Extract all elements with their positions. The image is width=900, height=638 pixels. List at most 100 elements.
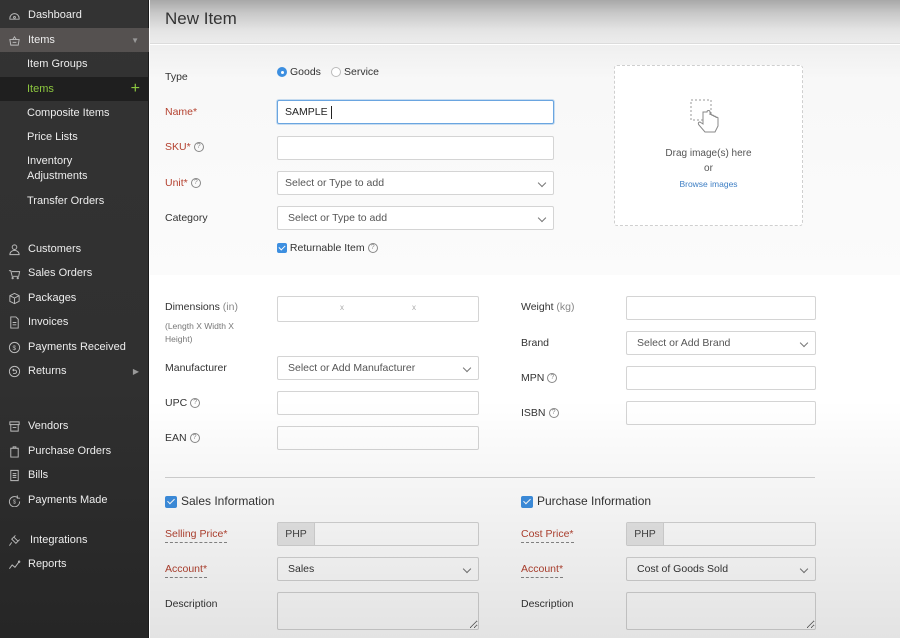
page-title: New Item xyxy=(165,9,237,28)
type-label: Type xyxy=(165,71,188,83)
sidebar-item-items[interactable]: Items ▼ xyxy=(0,28,149,52)
selling-price-label: Selling Price* xyxy=(165,528,228,543)
selling-price-input[interactable]: PHP xyxy=(277,522,479,546)
weight-input[interactable] xyxy=(626,296,816,320)
image-dropzone[interactable]: Drag image(s) here or Browse images xyxy=(614,65,803,226)
sidebar-item-label: Items xyxy=(27,83,54,95)
mpn-label: MPN? xyxy=(521,372,558,384)
sidebar-item-payments-received[interactable]: $ Payments Received xyxy=(0,335,149,359)
weight-label: Weight (kg) xyxy=(521,301,575,313)
svg-text:$: $ xyxy=(13,499,16,505)
text-caret xyxy=(330,105,332,119)
browse-images-link[interactable]: Browse images xyxy=(615,179,802,189)
sidebar-item-label: Returns xyxy=(28,365,67,377)
sidebar-item-inventory-adjustments[interactable]: Inventory Adjustments xyxy=(0,151,149,187)
sidebar-item-customers[interactable]: Customers xyxy=(0,237,149,261)
bag-icon xyxy=(8,445,21,458)
page-header: New Item xyxy=(150,0,900,44)
sidebar-item-label: Composite Items xyxy=(27,107,110,119)
help-icon[interactable]: ? xyxy=(547,373,558,384)
purchase-description-textarea[interactable] xyxy=(626,592,816,630)
manufacturer-select[interactable]: Select or Add Manufacturer xyxy=(277,356,479,380)
sidebar-item-label: Items xyxy=(28,34,55,46)
chevron-right-icon[interactable]: ▶ xyxy=(133,367,139,376)
cost-price-label: Cost Price* xyxy=(521,528,574,543)
sidebar-item-transfer-orders[interactable]: Transfer Orders xyxy=(0,189,149,213)
sidebar-item-vendors[interactable]: Vendors xyxy=(0,414,149,438)
sales-account-select[interactable]: Sales xyxy=(277,557,479,581)
checkbox-checked-icon[interactable] xyxy=(165,495,177,508)
sidebar-item-reports[interactable]: Reports xyxy=(0,552,149,576)
cost-price-input[interactable]: PHP xyxy=(626,522,816,546)
currency-prefix: PHP xyxy=(278,523,315,545)
checkbox-checked-icon[interactable] xyxy=(521,495,533,508)
sidebar-item-item-groups[interactable]: Item Groups xyxy=(0,52,149,76)
sidebar-item-composite-items[interactable]: Composite Items xyxy=(0,101,149,125)
plug-icon xyxy=(8,534,21,547)
sku-input[interactable] xyxy=(277,136,554,160)
receipt-icon xyxy=(8,469,21,482)
sidebar-item-integrations[interactable]: Integrations xyxy=(0,528,149,552)
package-icon xyxy=(8,292,21,305)
checkbox-checked-icon[interactable] xyxy=(277,243,287,254)
sidebar-item-packages[interactable]: Packages xyxy=(0,286,149,310)
dashboard-icon xyxy=(8,9,21,22)
purchase-info-checkbox[interactable]: Purchase Information xyxy=(521,494,651,508)
sales-description-textarea[interactable] xyxy=(277,592,479,630)
sidebar-item-label: Bills xyxy=(28,469,49,481)
sidebar-item-dashboard[interactable]: Dashboard xyxy=(0,3,149,27)
chevron-down-icon xyxy=(462,363,472,373)
purchase-account-select[interactable]: Cost of Goods Sold xyxy=(626,557,816,581)
upc-input[interactable] xyxy=(277,391,479,415)
name-label: Name* xyxy=(165,106,198,118)
help-icon[interactable]: ? xyxy=(189,433,200,444)
help-icon[interactable]: ? xyxy=(548,408,559,419)
sidebar-item-returns[interactable]: Returns ▶ xyxy=(0,359,149,383)
radio-unselected-icon[interactable] xyxy=(331,67,341,78)
category-select[interactable]: Select or Type to add xyxy=(277,206,554,230)
sidebar-item-invoices[interactable]: Invoices xyxy=(0,310,149,334)
sidebar-item-label: Item Groups xyxy=(27,58,88,70)
sales-info-checkbox[interactable]: Sales Information xyxy=(165,494,274,508)
brand-select[interactable]: Select or Add Brand xyxy=(626,331,816,355)
sidebar-item-label: Customers xyxy=(28,243,82,255)
help-icon[interactable]: ? xyxy=(190,178,201,189)
chart-line-icon xyxy=(8,558,21,571)
purchase-description-label: Description xyxy=(521,598,574,610)
unit-label: Unit*? xyxy=(165,177,201,189)
section-divider xyxy=(165,477,815,478)
sidebar-item-bills[interactable]: Bills xyxy=(0,463,149,487)
manufacturer-label: Manufacturer xyxy=(165,362,227,374)
type-radio-goods[interactable]: Goods xyxy=(277,66,321,78)
sidebar-item-payments-made[interactable]: $ Payments Made xyxy=(0,488,149,512)
category-label: Category xyxy=(165,212,208,224)
help-icon[interactable]: ? xyxy=(193,142,204,153)
sidebar-item-sales-orders[interactable]: Sales Orders xyxy=(0,261,149,285)
sidebar-item-purchase-orders[interactable]: Purchase Orders xyxy=(0,439,149,463)
sidebar-item-label: Vendors xyxy=(28,420,69,432)
sidebar-item-label: Payments Made xyxy=(28,494,108,506)
sidebar-item-label: Inventory Adjustments xyxy=(27,155,88,182)
name-input[interactable]: SAMPLE xyxy=(277,100,554,124)
help-icon[interactable]: ? xyxy=(190,398,201,409)
basket-icon xyxy=(8,34,21,47)
dimensions-input[interactable]: x x xyxy=(277,296,479,322)
sidebar-item-items-list[interactable]: Items + xyxy=(0,77,149,101)
unit-select[interactable]: Select or Type to add xyxy=(277,171,554,195)
sidebar-item-label: Sales Orders xyxy=(28,267,93,279)
mpn-input[interactable] xyxy=(626,366,816,390)
payment-received-icon: $ xyxy=(8,341,21,354)
plus-icon[interactable]: + xyxy=(131,81,140,97)
chevron-down-icon[interactable]: ▼ xyxy=(131,36,139,45)
isbn-input[interactable] xyxy=(626,401,816,425)
sales-description-label: Description xyxy=(165,598,218,610)
chevron-down-icon xyxy=(799,564,809,574)
help-icon[interactable]: ? xyxy=(367,243,378,254)
returnable-checkbox[interactable]: Returnable Item? xyxy=(277,242,378,254)
ean-input[interactable] xyxy=(277,426,479,450)
sidebar-item-price-lists[interactable]: Price Lists xyxy=(0,125,149,149)
dropzone-text: Drag image(s) here xyxy=(665,148,752,159)
upc-label: UPC? xyxy=(165,397,201,409)
type-radio-service[interactable]: Service xyxy=(331,66,379,78)
radio-selected-icon[interactable] xyxy=(277,67,287,78)
